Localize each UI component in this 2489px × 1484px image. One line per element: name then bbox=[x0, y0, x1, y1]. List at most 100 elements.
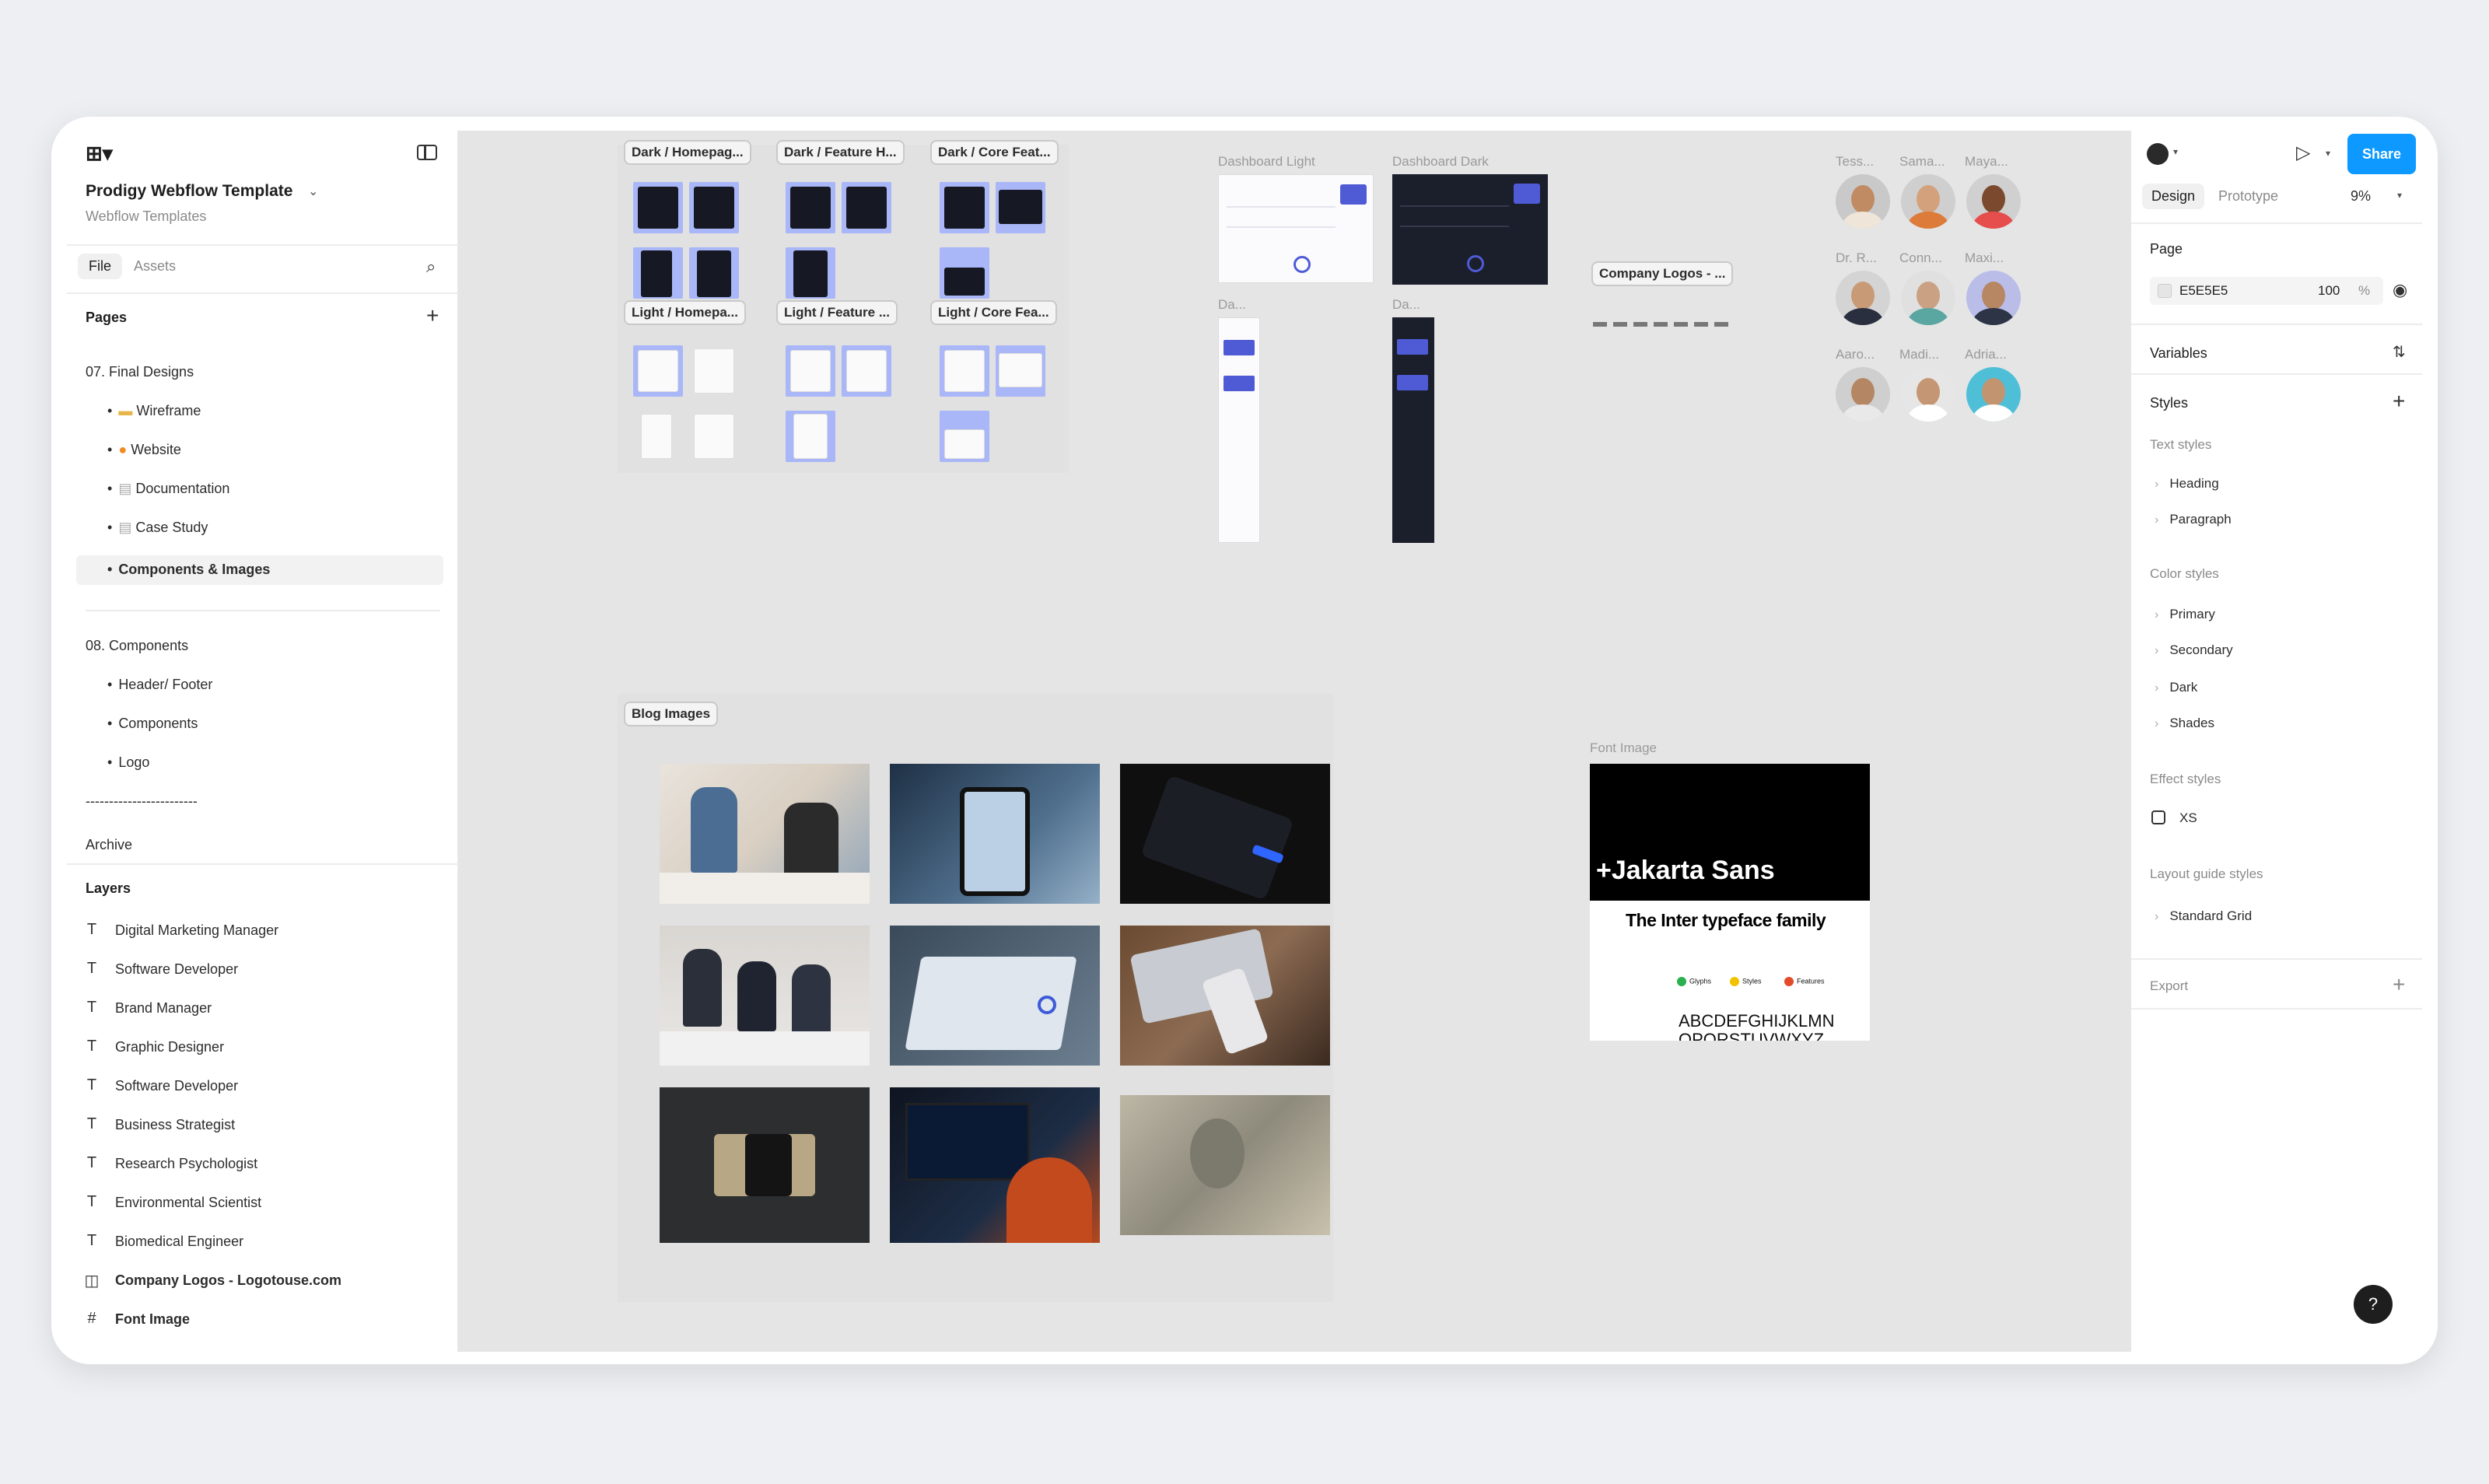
layer-item[interactable]: Digital Marketing Manager bbox=[115, 922, 278, 939]
frame-thumbnail[interactable] bbox=[633, 411, 683, 462]
layer-item[interactable]: Software Developer bbox=[115, 961, 238, 978]
frame-thumbnail[interactable] bbox=[940, 411, 989, 462]
blog-image-money-clip[interactable] bbox=[660, 1087, 870, 1243]
text-style-item[interactable]: Heading bbox=[2155, 476, 2218, 492]
add-style-icon[interactable]: + bbox=[2393, 390, 2405, 412]
tab-file[interactable]: File bbox=[78, 254, 123, 279]
frame-thumbnail[interactable] bbox=[689, 247, 739, 299]
frame-thumbnail[interactable] bbox=[996, 345, 1045, 397]
search-icon[interactable]: ⌕ bbox=[426, 257, 436, 277]
layer-item[interactable]: Research Psychologist bbox=[115, 1156, 257, 1172]
frame-thumbnail[interactable] bbox=[940, 345, 989, 397]
frame-label[interactable]: Company Logos - ... bbox=[1591, 261, 1734, 286]
avatar[interactable] bbox=[1901, 367, 1955, 422]
frame-thumbnail[interactable] bbox=[786, 345, 835, 397]
avatar[interactable] bbox=[1966, 367, 2021, 422]
help-button[interactable]: ? bbox=[2354, 1285, 2393, 1324]
frame-label[interactable]: Light / Core Fea... bbox=[930, 300, 1057, 325]
frame-label[interactable]: Light / Feature ... bbox=[776, 300, 898, 325]
person-name[interactable]: Dr. R... bbox=[1836, 250, 1877, 266]
panel-toggle-icon[interactable] bbox=[417, 145, 437, 160]
person-name[interactable]: Maya... bbox=[1965, 154, 2008, 170]
chevron-down-icon[interactable]: ▾ bbox=[2397, 190, 2402, 201]
chevron-down-icon[interactable]: ▾ bbox=[2326, 148, 2330, 159]
frame-label[interactable]: Blog Images bbox=[624, 702, 719, 726]
effect-style-item[interactable]: XS bbox=[2179, 810, 2197, 826]
frame-name[interactable]: Font Image bbox=[1590, 740, 1657, 756]
present-icon[interactable]: ▷ bbox=[2296, 142, 2310, 164]
layer-item[interactable]: Software Developer bbox=[115, 1078, 238, 1094]
zoom-level[interactable]: 9% bbox=[2351, 188, 2371, 205]
blog-image-laptop[interactable] bbox=[890, 926, 1100, 1066]
color-style-item[interactable]: Secondary bbox=[2155, 642, 2232, 658]
company-logos-strip[interactable] bbox=[1593, 322, 1733, 327]
frame-thumbnail[interactable] bbox=[786, 247, 835, 299]
color-style-item[interactable]: Dark bbox=[2155, 680, 2197, 695]
frame-thumbnail[interactable] bbox=[940, 247, 989, 299]
dashboard-light-frame[interactable] bbox=[1218, 174, 1374, 283]
blog-image-dollars[interactable] bbox=[1120, 1095, 1330, 1235]
dashboard-mobile-light[interactable] bbox=[1218, 317, 1260, 543]
avatar[interactable] bbox=[1901, 271, 1955, 325]
page-item-logo[interactable]: Logo bbox=[107, 754, 149, 771]
frame-thumbnail[interactable] bbox=[940, 182, 989, 233]
frame-name[interactable]: Da... bbox=[1218, 297, 1246, 313]
frame-name[interactable]: Dashboard Dark bbox=[1392, 154, 1489, 170]
frame-label[interactable]: Dark / Core Feat... bbox=[930, 140, 1059, 165]
blog-image-team[interactable] bbox=[660, 926, 870, 1066]
layer-item[interactable]: Environmental Scientist bbox=[115, 1195, 261, 1211]
page-item-components[interactable]: Components bbox=[107, 716, 198, 732]
tab-design[interactable]: Design bbox=[2142, 184, 2205, 209]
text-style-item[interactable]: Paragraph bbox=[2155, 512, 2231, 527]
share-button[interactable]: Share bbox=[2347, 134, 2416, 174]
avatar[interactable] bbox=[1836, 367, 1890, 422]
blog-image-phone-dark[interactable] bbox=[1120, 764, 1330, 904]
avatar[interactable] bbox=[1966, 174, 2021, 229]
page-item-case-study[interactable]: ▤ Case Study bbox=[107, 520, 208, 536]
person-name[interactable]: Aaro... bbox=[1836, 347, 1875, 362]
export-heading[interactable]: Export bbox=[2150, 978, 2188, 994]
person-name[interactable]: Tess... bbox=[1836, 154, 1874, 170]
frame-thumbnail[interactable] bbox=[689, 182, 739, 233]
layer-item-font-image[interactable]: Font Image bbox=[115, 1311, 190, 1328]
page-background-field[interactable]: E5E5E5 100 % bbox=[2150, 277, 2383, 305]
visibility-icon[interactable]: ◉ bbox=[2393, 280, 2407, 300]
page-separator[interactable]: ------------------------ bbox=[86, 793, 198, 810]
person-name[interactable]: Adria... bbox=[1965, 347, 2007, 362]
frame-label[interactable]: Dark / Feature H... bbox=[776, 140, 905, 165]
page-item-website[interactable]: ● Website bbox=[107, 442, 181, 458]
frame-thumbnail[interactable] bbox=[689, 345, 739, 397]
frame-thumbnail[interactable] bbox=[633, 345, 683, 397]
frame-thumbnail[interactable] bbox=[786, 411, 835, 462]
add-export-icon[interactable]: + bbox=[2393, 974, 2405, 996]
page-item-components-images[interactable]: Components & Images bbox=[107, 562, 270, 578]
person-name[interactable]: Madi... bbox=[1899, 347, 1939, 362]
font-image-frame[interactable]: +Jakarta Sans The Inter typeface family … bbox=[1590, 764, 1870, 1041]
page-item[interactable]: 08. Components bbox=[86, 638, 188, 654]
blog-image-trader[interactable] bbox=[890, 1087, 1100, 1243]
frame-name[interactable]: Da... bbox=[1392, 297, 1420, 313]
page-item-header-footer[interactable]: Header/ Footer bbox=[107, 677, 212, 693]
frame-thumbnail[interactable] bbox=[842, 345, 891, 397]
chevron-down-icon[interactable]: ▾ bbox=[2173, 146, 2178, 157]
layer-item[interactable]: Biomedical Engineer bbox=[115, 1234, 243, 1250]
blog-image-meeting[interactable] bbox=[660, 764, 870, 904]
tab-assets[interactable]: Assets bbox=[134, 258, 176, 275]
frame-thumbnail[interactable] bbox=[689, 411, 739, 462]
color-style-item[interactable]: Primary bbox=[2155, 607, 2215, 622]
page-item-documentation[interactable]: ▤ Documentation bbox=[107, 481, 229, 497]
file-title[interactable]: Prodigy Webflow Template bbox=[86, 182, 292, 201]
frame-label[interactable]: Dark / Homepag... bbox=[624, 140, 751, 165]
blog-image-phone-laptop[interactable] bbox=[1120, 926, 1330, 1066]
layer-item[interactable]: Graphic Designer bbox=[115, 1039, 224, 1055]
frame-name[interactable]: Dashboard Light bbox=[1218, 154, 1315, 170]
layer-item[interactable]: Business Strategist bbox=[115, 1117, 235, 1133]
avatar[interactable] bbox=[1966, 271, 2021, 325]
canvas[interactable]: Dark / Homepag... Dark / Feature H... Da… bbox=[459, 131, 2130, 1352]
color-swatch[interactable] bbox=[2158, 284, 2172, 298]
chevron-down-icon[interactable]: ⌄ bbox=[308, 184, 318, 199]
figma-menu-icon[interactable]: ⊞▾ bbox=[86, 142, 113, 166]
layout-style-item[interactable]: Standard Grid bbox=[2155, 908, 2252, 924]
variables-heading[interactable]: Variables bbox=[2150, 345, 2207, 362]
tab-prototype[interactable]: Prototype bbox=[2218, 188, 2278, 205]
